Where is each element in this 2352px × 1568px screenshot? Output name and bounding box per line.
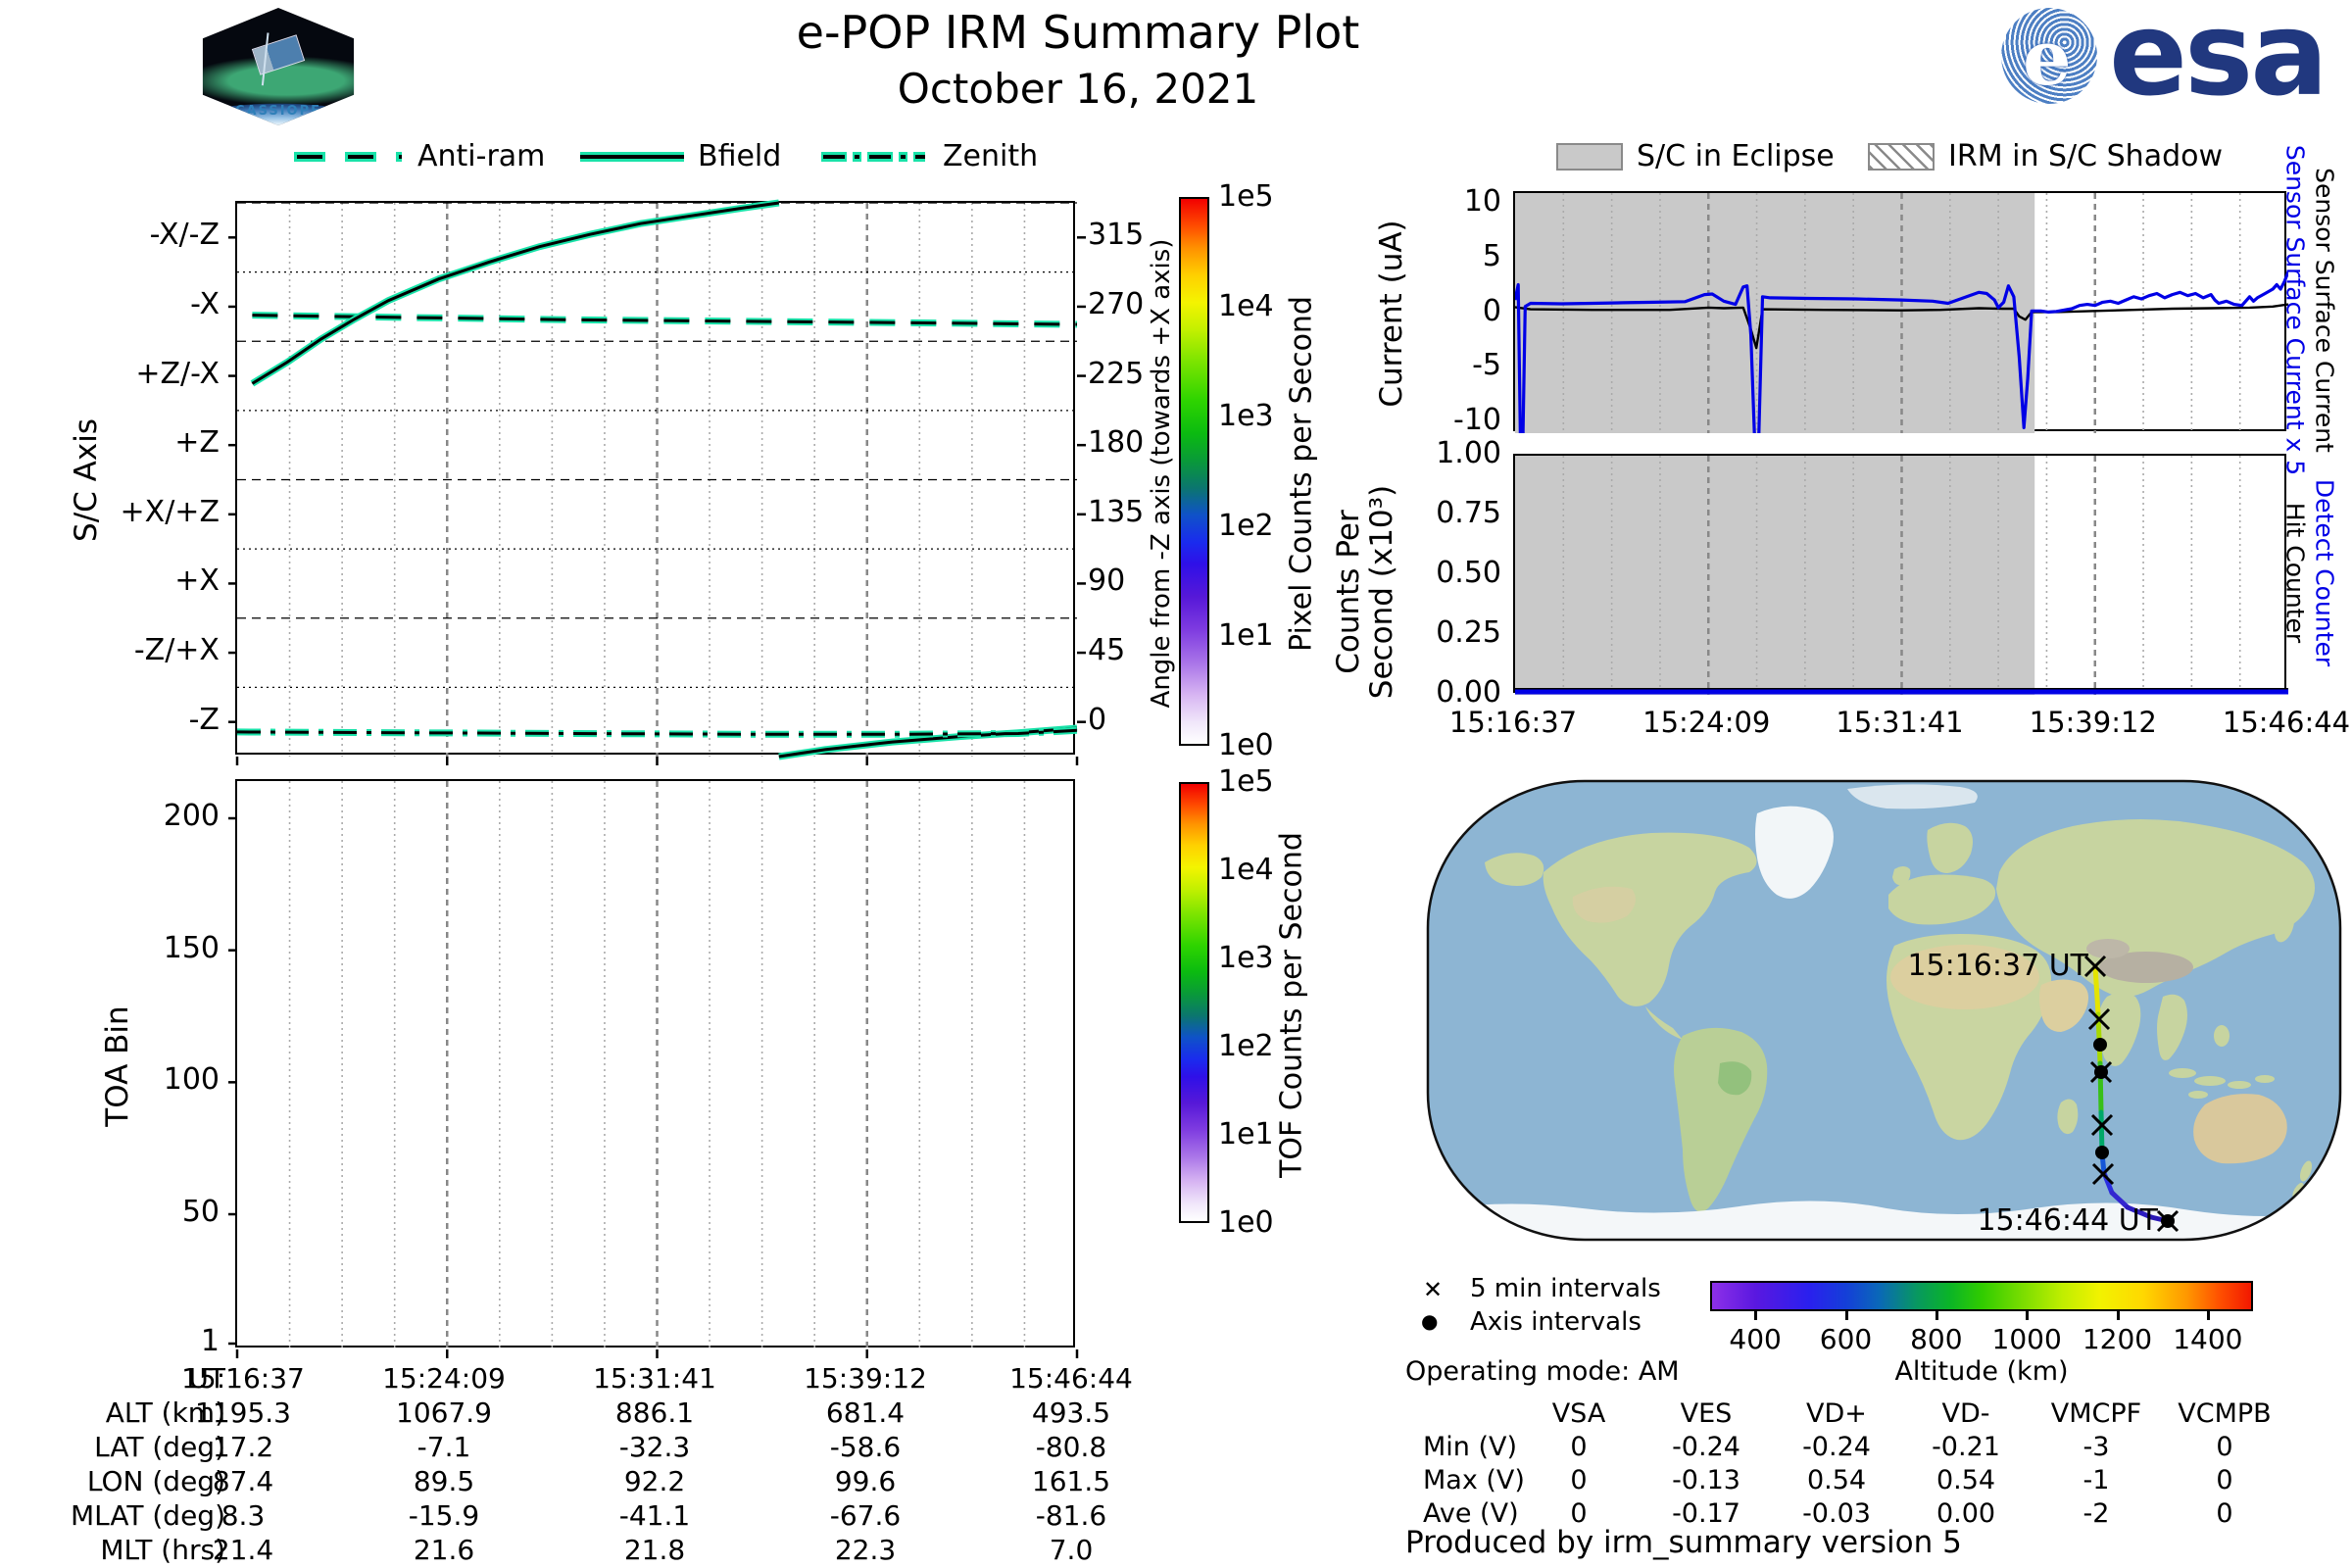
page-title: e-POP IRM Summary Plot (796, 6, 1360, 59)
eph-cell: 21.8 (623, 1534, 686, 1566)
volt-cell: 0 (2216, 1465, 2233, 1495)
legend-line-zenith (821, 152, 925, 162)
eclipse-legend-label: S/C in Eclipse (1637, 139, 1835, 173)
eph-cell: 161.5 (1031, 1465, 1111, 1497)
legend-dot-marker-icon: ● (1421, 1309, 1439, 1333)
tof-colorbar-label: TOF Counts per Second (1274, 832, 1309, 1178)
satellite-icon (251, 34, 306, 75)
track-time-label: 15:16:37 UT (1907, 949, 2088, 983)
counters-right-label-blue: Detect Counter (2310, 478, 2339, 667)
legend-label-bfield: Bfield (698, 139, 782, 173)
eph-cell: -80.8 (1035, 1431, 1107, 1463)
shadow-legend-swatch (1868, 143, 1935, 171)
track-time-label: 15:46:44 UT (1977, 1203, 2158, 1238)
alt-tick-mark (1754, 1311, 1758, 1320)
map-image: 15:16:37 UT 15:46:44 UT (1428, 781, 2340, 1240)
eph-cell: 92.2 (623, 1465, 686, 1497)
counters-plot (1513, 454, 2288, 695)
legend-line-bfield (580, 152, 684, 162)
eph-cell: 886.1 (614, 1396, 695, 1429)
altitude-colorbar (1710, 1281, 2253, 1311)
epop-irm-summary-page: CASSIOPE e-POP IRM Summary Plot October … (0, 0, 2352, 1568)
eclipse-legend-swatch (1556, 143, 1623, 171)
cassiope-mission-patch-icon: CASSIOPE (199, 4, 358, 129)
eph-cell: 89.5 (413, 1465, 475, 1497)
eph-cell: 15:24:09 (382, 1362, 506, 1395)
operating-mode: Operating mode: AM (1405, 1356, 1680, 1387)
volt-col-header: VCMPB (2178, 1398, 2272, 1429)
footer-version: Produced by irm_summary version 5 (1405, 1525, 1962, 1560)
legend-label-antiram: Anti-ram (417, 139, 546, 173)
sc-axis-plot (228, 199, 1086, 765)
pixel-colorbar (1179, 197, 1209, 746)
eph-cell: 15:16:37 (181, 1362, 305, 1395)
eph-cell: -32.3 (618, 1431, 691, 1463)
eph-cell: 15:31:41 (593, 1362, 716, 1395)
legend-dot-label: Axis intervals (1470, 1307, 1642, 1337)
page-date: October 16, 2021 (897, 65, 1259, 113)
eph-cell: 21.6 (413, 1534, 475, 1566)
eph-cell: 493.5 (1031, 1396, 1111, 1429)
alt-tick-mark (2206, 1311, 2210, 1320)
current-plot (1513, 191, 2288, 433)
alt-tick-mark (2116, 1311, 2120, 1320)
tof-colorbar (1179, 782, 1209, 1223)
legend-x-marker-icon: ✕ (1423, 1276, 1444, 1303)
eph-cell: 15:46:44 (1009, 1362, 1133, 1395)
eph-cell: -81.6 (1035, 1499, 1107, 1532)
eph-cell: 1195.3 (195, 1396, 291, 1429)
eph-cell: 681.4 (825, 1396, 906, 1429)
eph-cell: 15:39:12 (804, 1362, 927, 1395)
eph-cell: 8.3 (220, 1499, 266, 1532)
alt-tick-mark (2026, 1311, 2030, 1320)
eph-cell: 1067.9 (396, 1396, 492, 1429)
esa-e-icon: e (2023, 14, 2072, 103)
patch-label: CASSIOPE (234, 104, 322, 119)
legend-label-zenith: Zenith (943, 139, 1039, 173)
counters-ylabel: Counts Per Second (x10³) (1331, 484, 1399, 700)
eph-cell: 21.4 (212, 1534, 274, 1566)
shadow-legend-label: IRM in S/C Shadow (1948, 139, 2224, 173)
eph-cell: 87.4 (212, 1465, 274, 1497)
eph-cell: -15.9 (408, 1499, 480, 1532)
legend-x-label: 5 min intervals (1470, 1274, 1661, 1303)
eph-cell: 7.0 (1049, 1534, 1094, 1566)
counters-right-label-black: Hit Counter (2280, 502, 2310, 644)
toa-plot (228, 779, 1079, 1358)
volt-cell: 0 (2216, 1498, 2233, 1529)
eph-cell: 17.2 (212, 1431, 274, 1463)
eph-cell: -58.6 (829, 1431, 902, 1463)
eph-cell: 99.6 (834, 1465, 897, 1497)
eph-cell: -7.1 (416, 1431, 471, 1463)
sc-axis-right-axis-label: Angle from -Z axis (towards +X axis) (1147, 238, 1176, 709)
eph-cell: -41.1 (618, 1499, 691, 1532)
eph-cell: 22.3 (834, 1534, 897, 1566)
volt-cell: 0 (2216, 1432, 2233, 1462)
eph-cell: -67.6 (829, 1499, 902, 1532)
ground-track-map: 15:16:37 UT 15:46:44 UT (1426, 779, 2342, 1242)
legend-line-antiram (294, 152, 402, 162)
alt-tick-mark (1935, 1311, 1938, 1320)
altitude-colorbar-label: Altitude (km) (1894, 1356, 2069, 1387)
pixel-colorbar-label: Pixel Counts per Second (1284, 296, 1319, 652)
alt-tick-mark (1844, 1311, 1848, 1320)
